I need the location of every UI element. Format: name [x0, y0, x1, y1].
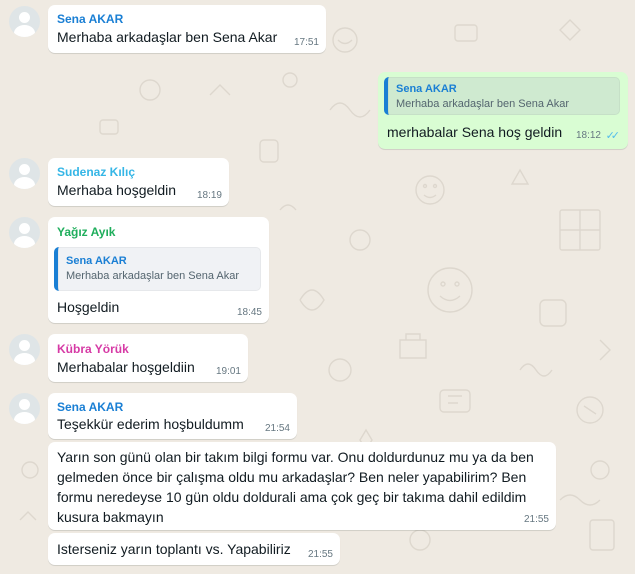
message-sender[interactable]: Sena AKAR [57, 400, 123, 414]
outgoing-message-bubble[interactable]: Sena AKAR Merhaba arkadaşlar ben Sena Ak… [378, 72, 628, 149]
message-time: 19:01 [215, 366, 241, 377]
message-text: Teşekkür ederim hoşbuldumm [57, 416, 244, 432]
message-text: Merhabalar hoşgeldiin [57, 359, 195, 375]
message-sender[interactable]: Kübra Yörük [57, 342, 129, 356]
message-bubble[interactable]: Kübra Yörük Merhabalar hoşgeldiin 19:01 [48, 334, 248, 382]
message-bubble[interactable]: Yarın son günü olan bir takım bilgi form… [48, 442, 556, 530]
message-text: Yarın son günü olan bir takım bilgi form… [57, 449, 534, 525]
message-time: 21:54 [264, 423, 290, 434]
message-time: 18:12 [575, 130, 601, 141]
message-time: 18:19 [196, 190, 222, 201]
message-bubble[interactable]: Sena AKAR Teşekkür ederim hoşbuldumm 21:… [48, 393, 297, 439]
message-bubble[interactable]: Sudenaz Kılıç Merhaba hoşgeldin 18:19 [48, 158, 229, 206]
avatar-icon[interactable] [9, 6, 40, 37]
quoted-message[interactable]: Sena AKAR Merhaba arkadaşlar ben Sena Ak… [54, 247, 261, 291]
quoted-sender: Sena AKAR [396, 83, 457, 95]
message-sender[interactable]: Sudenaz Kılıç [57, 165, 135, 179]
message-time: 21:55 [307, 549, 333, 560]
message-text: Merhaba arkadaşlar ben Sena Akar [57, 29, 278, 45]
avatar-icon[interactable] [9, 393, 40, 424]
message-time: 17:51 [293, 37, 319, 48]
message-time: 21:55 [523, 514, 549, 525]
quoted-sender: Sena AKAR [66, 255, 127, 267]
quoted-text: Merhaba arkadaşlar ben Sena Akar [396, 98, 570, 110]
message-bubble[interactable]: Sena AKAR Merhaba arkadaşlar ben Sena Ak… [48, 5, 326, 53]
message-bubble[interactable]: Isterseniz yarın toplantı vs. Yapabiliri… [48, 533, 340, 565]
message-text: merhabalar Sena hoş geldin [387, 124, 563, 140]
message-time: 18:45 [236, 307, 262, 318]
double-check-read-icon: ✓✓ [605, 130, 621, 142]
avatar-icon[interactable] [9, 334, 40, 365]
message-sender[interactable]: Sena AKAR [57, 12, 123, 26]
message-bubble[interactable]: Yağız Ayık Sena AKAR Merhaba arkadaşlar … [48, 217, 269, 323]
quoted-message[interactable]: Sena AKAR Merhaba arkadaşlar ben Sena Ak… [384, 77, 620, 115]
message-text: Hoşgeldin [57, 299, 120, 315]
message-text: Isterseniz yarın toplantı vs. Yapabiliri… [57, 541, 291, 557]
quoted-text: Merhaba arkadaşlar ben Sena Akar [66, 270, 240, 282]
avatar-icon[interactable] [9, 217, 40, 248]
message-text: Merhaba hoşgeldin [57, 182, 177, 198]
message-sender[interactable]: Yağız Ayık [57, 225, 115, 239]
avatar-icon[interactable] [9, 158, 40, 189]
